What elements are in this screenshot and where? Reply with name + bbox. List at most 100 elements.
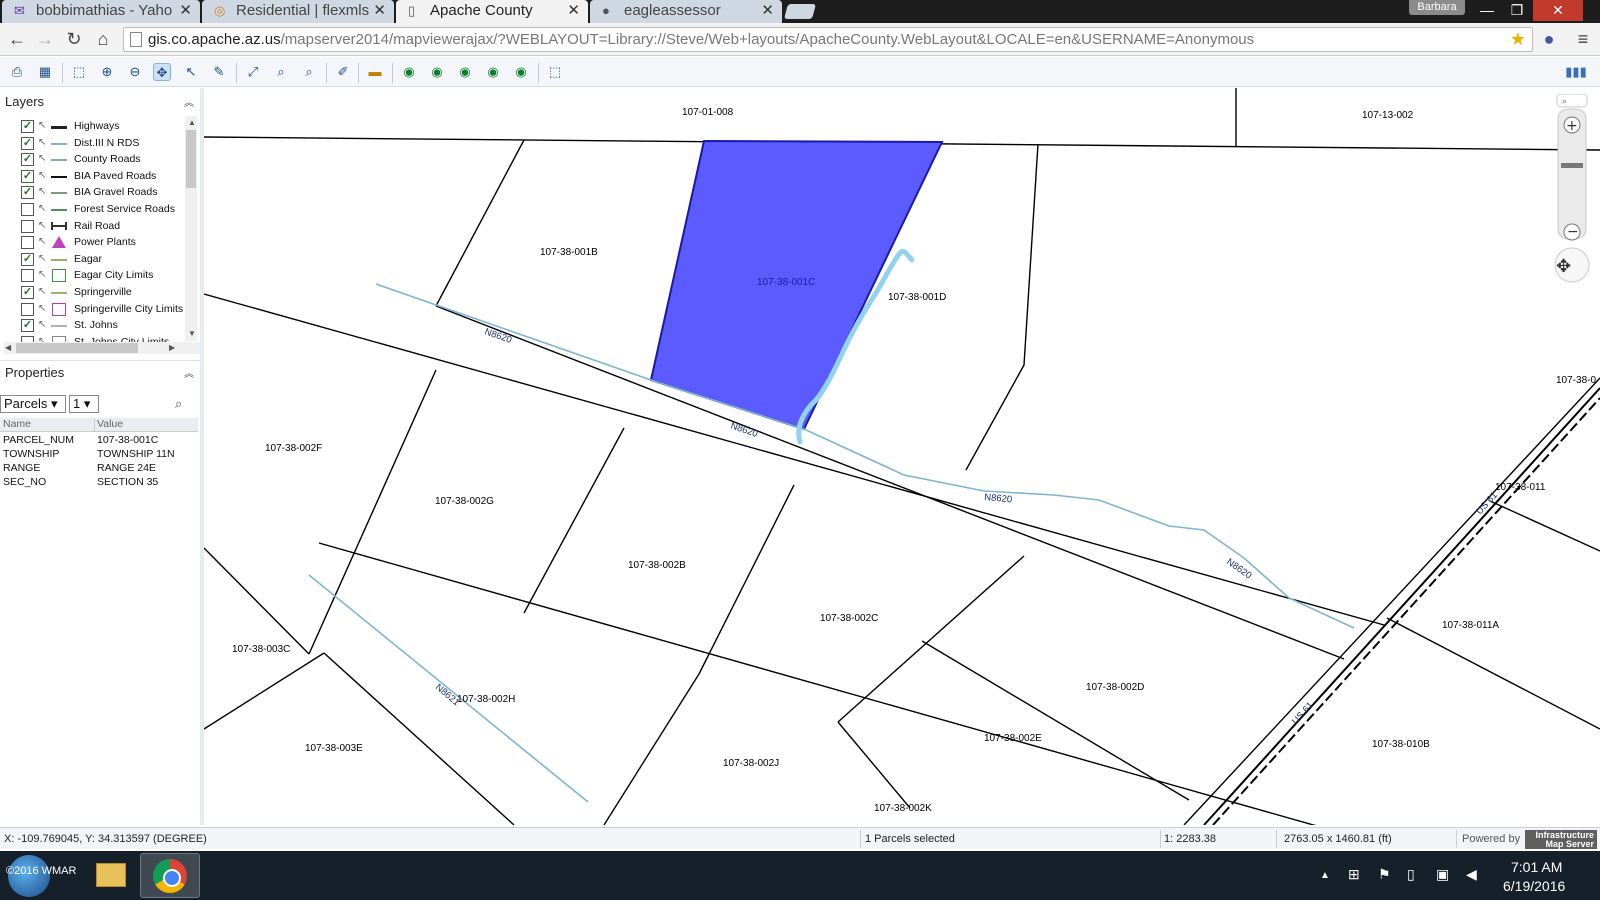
restore-icon[interactable]: ❐ xyxy=(1503,0,1531,21)
new-tab-button[interactable] xyxy=(783,4,817,19)
selectable-arrow-icon[interactable]: ↖ xyxy=(38,253,46,264)
theme-icon[interactable]: ◉ xyxy=(484,63,502,81)
ruler-icon[interactable]: ▬ xyxy=(366,63,384,81)
pan-icon[interactable]: ✥ xyxy=(153,63,171,81)
tab-flexmls[interactable]: ◎ Residential | flexmls ✕ xyxy=(202,0,394,23)
layer-checkbox[interactable]: ✓ xyxy=(21,169,34,183)
selectable-arrow-icon[interactable]: ↖ xyxy=(38,137,46,148)
selectable-arrow-icon[interactable]: ↖ xyxy=(38,319,46,330)
select-area-icon[interactable]: ⬚ xyxy=(70,63,88,81)
clock-date[interactable]: 6/19/2016 xyxy=(1503,878,1565,894)
zoom-in-icon[interactable]: ⊕ xyxy=(98,63,116,81)
layer-item[interactable]: ↖ Rail Road xyxy=(0,218,184,235)
layer-item[interactable]: ✓ ↖ St. Johns xyxy=(0,317,184,334)
selectable-arrow-icon[interactable]: ↖ xyxy=(38,269,46,280)
scrollbar-thumb[interactable] xyxy=(186,130,196,188)
back-icon[interactable]: ← xyxy=(6,28,28,50)
layer-item[interactable]: ↖ Eagar City Limits xyxy=(0,267,184,284)
layer-checkbox[interactable]: ✓ xyxy=(21,319,34,333)
device-icon[interactable]: ▯ xyxy=(1407,866,1415,883)
forward-icon[interactable]: → xyxy=(34,28,56,50)
zoom-extent-icon[interactable]: ⤢ xyxy=(244,63,262,81)
selectable-arrow-icon[interactable]: ↖ xyxy=(38,236,46,247)
print-icon[interactable]: ⎙ xyxy=(8,63,26,81)
zoom-previous-icon[interactable]: ⌕ xyxy=(272,63,290,81)
scroll-up-icon[interactable]: ▲ xyxy=(188,118,196,127)
buffer-icon[interactable]: ◉ xyxy=(400,63,418,81)
zoom-to-selection-icon[interactable]: ⌕ xyxy=(175,396,182,412)
measure-icon[interactable]: ✐ xyxy=(334,63,352,81)
layer-item[interactable]: ✓ ↖ Dist.III N RDS xyxy=(0,135,184,152)
layer-item[interactable]: ✓ ↖ BIA Paved Roads xyxy=(0,168,184,185)
zoom-slider-thumb[interactable] xyxy=(1561,163,1583,168)
layer-checkbox[interactable]: ✓ xyxy=(21,120,34,133)
home-icon[interactable]: ⌂ xyxy=(92,28,114,50)
selectable-arrow-icon[interactable]: ↖ xyxy=(38,186,46,197)
layer-checkbox[interactable]: ✓ xyxy=(21,136,34,150)
scroll-right-icon[interactable]: ▶ xyxy=(169,343,175,352)
layer-checkbox[interactable] xyxy=(21,236,34,250)
file-explorer-app[interactable] xyxy=(80,853,140,898)
minimize-icon[interactable]: — xyxy=(1473,0,1501,21)
redline-icon[interactable]: ◉ xyxy=(512,63,530,81)
selectable-arrow-icon[interactable]: ↖ xyxy=(38,220,46,231)
tab-apache-county[interactable]: ▯ Apache County ✕ xyxy=(396,0,588,23)
select-pointer-icon[interactable]: ↖ xyxy=(182,63,200,81)
menu-icon[interactable]: ≡ xyxy=(1572,28,1594,50)
close-icon[interactable]: ✕ xyxy=(761,1,774,19)
facebook-icon[interactable]: ● xyxy=(1538,28,1560,50)
scroll-left-icon[interactable]: ◀ xyxy=(5,343,11,352)
close-icon[interactable]: ✕ xyxy=(373,1,386,19)
selectable-arrow-icon[interactable]: ↖ xyxy=(38,303,46,314)
layer-checkbox[interactable]: ✓ xyxy=(21,252,34,266)
scroll-down-icon[interactable]: ▼ xyxy=(188,329,196,338)
clock-time[interactable]: 7:01 AM xyxy=(1511,859,1562,875)
collapse-icon[interactable]: ︽ xyxy=(184,365,194,380)
layout-icon[interactable]: ▦ xyxy=(36,63,54,81)
layer-item[interactable]: ✓ ↖ Springerville xyxy=(0,284,184,301)
selectable-arrow-icon[interactable]: ↖ xyxy=(38,286,46,297)
selectable-arrow-icon[interactable]: ↖ xyxy=(38,170,46,181)
refresh-map-icon[interactable]: ⬚ xyxy=(546,63,564,81)
feature-index-select[interactable]: 1 ▾ xyxy=(69,395,99,413)
layer-checkbox[interactable] xyxy=(21,302,34,316)
selectable-arrow-icon[interactable]: ↖ xyxy=(38,153,46,164)
zoom-out-icon[interactable]: ⊖ xyxy=(126,63,144,81)
tray-expand-icon[interactable]: ▲ xyxy=(1320,870,1330,881)
network-icon[interactable]: ▣ xyxy=(1436,866,1449,883)
selectable-arrow-icon[interactable]: ↖ xyxy=(38,120,46,131)
tab-yahoo-mail[interactable]: ✉ bobbimathias - Yaho ✕ xyxy=(2,0,200,23)
close-icon[interactable]: ✕ xyxy=(567,1,580,19)
layer-checkbox[interactable] xyxy=(21,203,34,216)
user-profile-badge[interactable]: Barbara xyxy=(1409,0,1465,15)
layer-item[interactable]: ↖ Power Plants xyxy=(0,234,184,251)
close-window-icon[interactable]: ✕ xyxy=(1533,0,1583,21)
chrome-app[interactable] xyxy=(140,853,200,898)
layer-item[interactable]: ✓ ↖ County Roads xyxy=(0,151,184,168)
task-pane-icon[interactable]: ▮▮▮ xyxy=(1560,63,1592,81)
layer-checkbox[interactable] xyxy=(21,219,34,233)
search-map-icon[interactable]: ◉ xyxy=(428,63,446,81)
layer-list-scrollbar[interactable] xyxy=(185,116,197,341)
collapse-icon[interactable]: ︽ xyxy=(184,94,194,109)
layer-item[interactable]: ↖ Forest Service Roads xyxy=(0,201,184,218)
query-icon[interactable]: ◉ xyxy=(456,63,474,81)
layer-item[interactable]: ✓ ↖ BIA Gravel Roads xyxy=(0,184,184,201)
layer-checkbox[interactable] xyxy=(21,269,34,283)
layer-item[interactable]: ↖ Springerville City Limits xyxy=(0,301,184,318)
windows-logo-icon[interactable]: ⊞ xyxy=(1348,866,1360,883)
layer-select[interactable]: Parcels ▾ xyxy=(0,395,66,413)
layer-checkbox[interactable]: ✓ xyxy=(21,186,34,200)
volume-icon[interactable]: ◀ xyxy=(1466,866,1477,883)
close-icon[interactable]: ✕ xyxy=(179,1,192,19)
zoom-next-icon[interactable]: ⌕ xyxy=(300,63,318,81)
select-polygon-icon[interactable]: ✎ xyxy=(210,63,228,81)
map-canvas[interactable]: 107-01-008 107-13-002 107-38-001B 107-38… xyxy=(204,88,1600,825)
layer-item[interactable]: ✓ ↖ Highways xyxy=(0,118,184,135)
layer-checkbox[interactable]: ✓ xyxy=(21,153,34,167)
action-center-flag-icon[interactable]: ⚑ xyxy=(1378,866,1391,883)
selectable-arrow-icon[interactable]: ↖ xyxy=(38,203,46,214)
bookmark-star-icon[interactable]: ★ xyxy=(1507,28,1529,50)
url-bar[interactable]: gis.co.apache.az.us/mapserver2014/mapvie… xyxy=(123,27,1533,52)
reload-icon[interactable]: ↻ xyxy=(63,28,85,50)
